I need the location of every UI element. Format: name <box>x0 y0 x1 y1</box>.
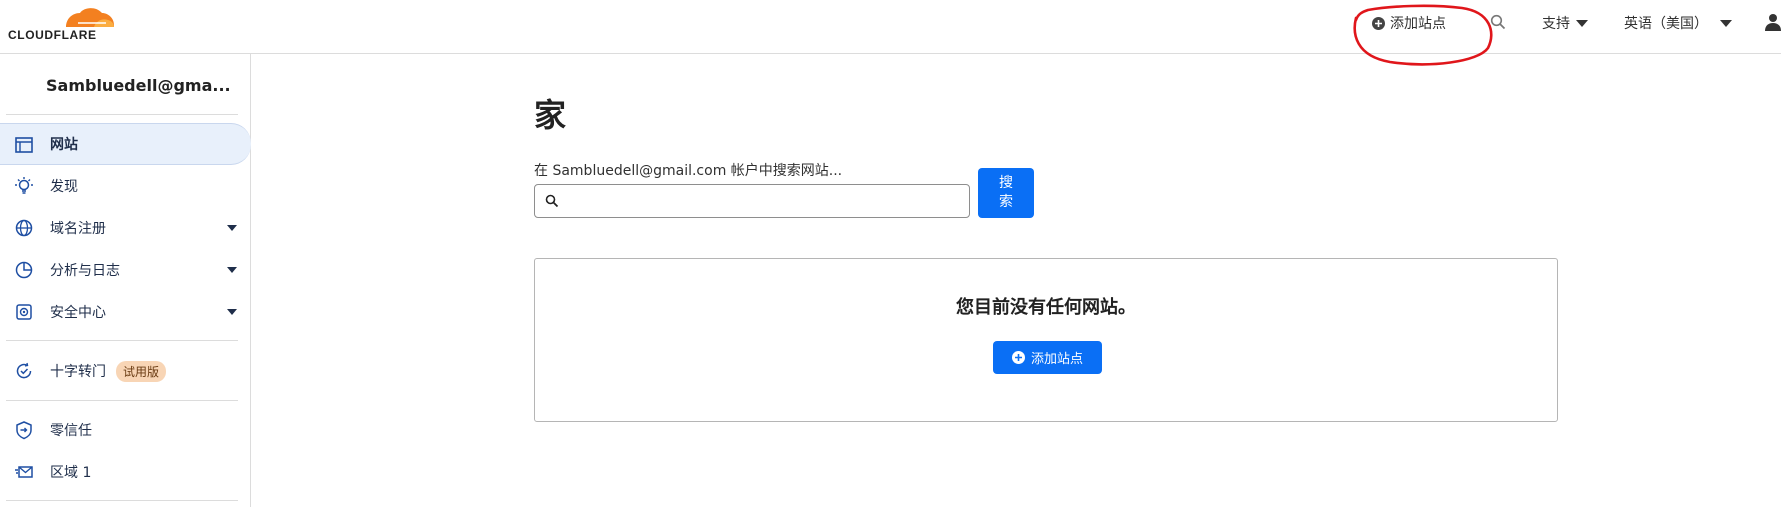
support-label: 支持 <box>1542 16 1570 32</box>
chevron-down-icon <box>227 225 237 231</box>
globe-icon <box>15 219 33 237</box>
chevron-down-icon <box>227 309 237 315</box>
add-site-label: 添加站点 <box>1030 352 1083 367</box>
sidebar-divider <box>6 340 238 341</box>
sidebar-item-label: 域名注册 <box>50 221 106 237</box>
sidebar-item-discover[interactable]: 发现 <box>0 165 251 207</box>
empty-state-message: 您目前没有任何网站。 <box>956 297 1136 318</box>
sidebar-divider <box>6 114 238 115</box>
sidebar-divider <box>6 500 238 501</box>
sidebar: Sambluedell@gma... 网站 发现 域名注册 分析与日志 安全中心… <box>0 54 251 507</box>
lightbulb-icon <box>15 177 33 194</box>
chevron-down-icon <box>227 267 237 273</box>
search-icon <box>545 194 559 208</box>
search-input[interactable] <box>567 189 963 213</box>
top-navigation-bar: CLOUDFLARE 添加站点 支持 英语（美国） <box>0 0 1781 54</box>
sidebar-item-label: 分析与日志 <box>50 263 120 279</box>
cloudflare-logo[interactable]: CLOUDFLARE <box>8 3 118 43</box>
empty-sites-card: 您目前没有任何网站。 添加站点 <box>534 258 1558 422</box>
chevron-down-icon <box>1720 19 1732 27</box>
security-center-icon <box>16 304 32 320</box>
page-title: 家 <box>534 96 567 134</box>
shield-icon <box>16 421 32 440</box>
search-button[interactable]: 搜 索 <box>978 168 1034 218</box>
search-label: 在 Sambluedell@gmail.com 帐户中搜索网站... <box>534 163 843 179</box>
pie-chart-icon <box>15 261 33 279</box>
sidebar-item-domain-registration[interactable]: 域名注册 <box>0 207 251 249</box>
site-search-field[interactable] <box>534 184 970 218</box>
account-name[interactable]: Sambluedell@gma... <box>46 76 231 95</box>
support-menu[interactable]: 支持 <box>1542 13 1588 33</box>
sidebar-item-label: 发现 <box>50 179 78 195</box>
cloudflare-wordmark: CLOUDFLARE <box>8 28 97 42</box>
chevron-down-icon <box>1576 19 1588 27</box>
language-label: 英语（美国） <box>1624 16 1708 32</box>
sidebar-item-label: 零信任 <box>50 423 92 439</box>
sidebar-item-websites[interactable]: 网站 <box>0 123 251 165</box>
language-selector[interactable]: 英语（美国） <box>1624 13 1732 33</box>
search-button-label-line2: 索 <box>999 194 1013 210</box>
sidebar-item-analytics-logs[interactable]: 分析与日志 <box>0 249 251 291</box>
trial-badge: 试用版 <box>116 361 167 382</box>
sidebar-item-zero-trust[interactable]: 零信任 <box>0 409 251 451</box>
mail-icon <box>15 466 33 478</box>
cloud-logo-icon <box>66 8 114 27</box>
sidebar-item-label: 安全中心 <box>50 305 106 321</box>
sidebar-divider <box>6 400 238 401</box>
sidebar-item-label: 区域 1 <box>50 465 92 481</box>
sidebar-item-label: 十字转门 <box>50 364 106 380</box>
sidebar-item-security-center[interactable]: 安全中心 <box>0 291 251 333</box>
annotation-circle <box>1353 4 1493 66</box>
turnstile-icon <box>16 362 32 379</box>
plus-circle-icon <box>1011 351 1025 364</box>
user-icon[interactable] <box>1765 13 1781 31</box>
sidebar-item-label: 网站 <box>50 137 78 153</box>
add-site-button[interactable]: 添加站点 <box>993 341 1102 374</box>
search-button-label-line1: 搜 <box>999 175 1013 191</box>
window-icon <box>15 137 33 153</box>
sidebar-item-turnstile[interactable]: 十字转门 试用版 <box>0 350 251 392</box>
sidebar-item-area-1[interactable]: 区域 1 <box>0 451 251 493</box>
